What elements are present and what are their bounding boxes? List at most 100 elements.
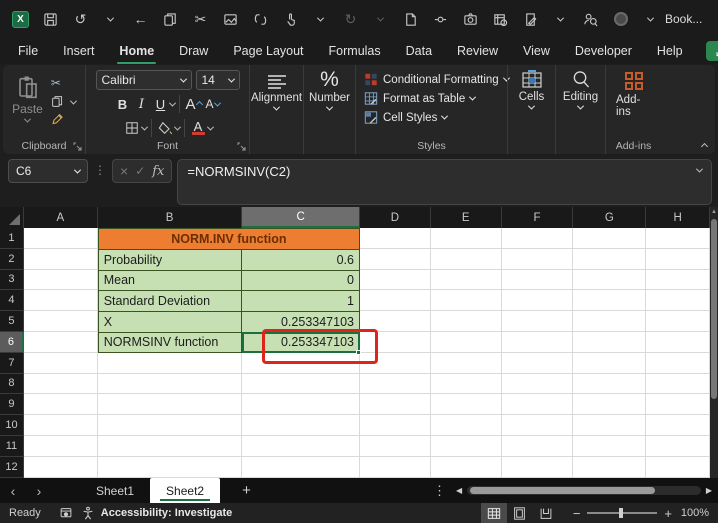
normal-view-button[interactable] <box>481 503 507 523</box>
copy-button[interactable] <box>51 95 65 108</box>
cell-B6[interactable]: NORMSINV function <box>98 332 243 353</box>
collapse-ribbon-icon[interactable] <box>701 143 708 150</box>
tab-file[interactable]: File <box>16 41 40 61</box>
cell-G11[interactable] <box>573 436 646 457</box>
cell-D8[interactable] <box>360 374 431 395</box>
camera-icon[interactable] <box>462 11 479 28</box>
row-header-3[interactable]: 3 <box>0 270 24 291</box>
italic-button[interactable]: I <box>132 95 151 113</box>
cell-B1-merged-title[interactable]: NORM.INV function <box>98 228 360 249</box>
sheet-more-icon[interactable]: ⋮ <box>423 483 456 499</box>
fill-color-chevron-icon[interactable] <box>173 123 180 130</box>
cell-E8[interactable] <box>431 374 502 395</box>
cell-A1[interactable] <box>24 228 98 249</box>
cell-A6[interactable] <box>24 332 98 353</box>
cell-H11[interactable] <box>646 436 710 457</box>
undo-chevron-icon[interactable] <box>102 11 119 28</box>
underline-button[interactable]: U <box>151 95 170 113</box>
cell-A11[interactable] <box>24 436 98 457</box>
zoom-slider[interactable] <box>587 512 657 514</box>
scroll-left-icon[interactable]: ◀ <box>456 486 462 495</box>
macro-record-icon[interactable] <box>55 503 77 523</box>
formula-input[interactable]: =NORMSINV(C2) <box>177 159 712 205</box>
cell-B12[interactable] <box>98 457 243 478</box>
cell-E11[interactable] <box>431 436 502 457</box>
column-header-C[interactable]: C <box>242 207 360 228</box>
select-all-corner[interactable] <box>0 207 24 228</box>
clipboard-dialog-launcher-icon[interactable] <box>73 142 82 151</box>
tab-developer[interactable]: Developer <box>573 41 634 61</box>
column-header-F[interactable]: F <box>502 207 574 228</box>
cell-A4[interactable] <box>24 290 98 311</box>
row-header-1[interactable]: 1 <box>0 228 24 249</box>
increase-font-button[interactable]: A <box>184 95 203 113</box>
row-header-10[interactable]: 10 <box>0 415 24 436</box>
borders-button[interactable] <box>123 119 142 137</box>
save-icon[interactable] <box>42 11 59 28</box>
cell-G7[interactable] <box>573 353 646 374</box>
cell-C8[interactable] <box>242 374 360 395</box>
cell-C10[interactable] <box>242 415 360 436</box>
excel-logo-icon[interactable]: X <box>12 11 29 28</box>
insert-function-button[interactable]: fx <box>152 164 164 179</box>
cell-F4[interactable] <box>502 290 574 311</box>
row-header-2[interactable]: 2 <box>0 249 24 270</box>
cell-H12[interactable] <box>646 457 710 478</box>
cancel-button[interactable]: × <box>120 163 128 179</box>
cell-E5[interactable] <box>431 311 502 332</box>
cell-H5[interactable] <box>646 311 710 332</box>
cell-G9[interactable] <box>573 394 646 415</box>
cell-F2[interactable] <box>502 249 574 270</box>
cell-A7[interactable] <box>24 353 98 374</box>
underline-chevron-icon[interactable] <box>169 99 176 106</box>
row-header-12[interactable]: 12 <box>0 457 24 478</box>
addins-button[interactable]: Add-ins <box>610 70 657 118</box>
redo-chevron-icon[interactable] <box>372 11 389 28</box>
cell-styles-button[interactable]: Cell Styles <box>364 108 447 127</box>
cell-E10[interactable] <box>431 415 502 436</box>
qat-overflow-chevron-icon[interactable] <box>642 11 659 28</box>
cell-A9[interactable] <box>24 394 98 415</box>
cell-C12[interactable] <box>242 457 360 478</box>
zoom-out-button[interactable]: − <box>573 506 581 521</box>
selection-fill-handle[interactable] <box>356 350 361 355</box>
paste-picture-icon[interactable] <box>222 11 239 28</box>
touch-mode-icon[interactable] <box>282 11 299 28</box>
cell-C6[interactable]: 0.253347103 <box>242 332 360 353</box>
sheet-prev-icon[interactable]: ‹ <box>0 483 26 499</box>
cell-G3[interactable] <box>573 270 646 291</box>
cell-A5[interactable] <box>24 311 98 332</box>
cell-F6[interactable] <box>502 332 574 353</box>
cell-G8[interactable] <box>573 374 646 395</box>
font-name-select[interactable]: Calibri <box>96 70 192 90</box>
format-painter-button[interactable] <box>51 113 65 126</box>
copy-chevron-icon[interactable] <box>70 97 77 104</box>
cell-F12[interactable] <box>502 457 574 478</box>
editing-button[interactable]: Editing <box>557 70 604 110</box>
column-header-B[interactable]: B <box>98 207 243 228</box>
cell-G4[interactable] <box>573 290 646 311</box>
tab-review[interactable]: Review <box>455 41 500 61</box>
cell-B10[interactable] <box>98 415 243 436</box>
cell-F10[interactable] <box>502 415 574 436</box>
cell-E9[interactable] <box>431 394 502 415</box>
cell-G12[interactable] <box>573 457 646 478</box>
new-document-icon[interactable] <box>402 11 419 28</box>
zoom-in-button[interactable]: + <box>664 506 672 521</box>
borders-chevron-icon[interactable] <box>140 123 147 130</box>
cell-B2[interactable]: Probability <box>98 249 243 270</box>
cell-F1[interactable] <box>502 228 574 249</box>
cell-D4[interactable] <box>360 290 431 311</box>
cells-button[interactable]: Cells <box>513 70 551 110</box>
tab-page-layout[interactable]: Page Layout <box>231 41 305 61</box>
zoom-slider-thumb[interactable] <box>619 508 623 518</box>
cell-H7[interactable] <box>646 353 710 374</box>
cell-D7[interactable] <box>360 353 431 374</box>
cell-G10[interactable] <box>573 415 646 436</box>
cell-C5[interactable]: 0.253347103 <box>242 311 360 332</box>
cell-B9[interactable] <box>98 394 243 415</box>
cell-A10[interactable] <box>24 415 98 436</box>
formula-bar-grip[interactable]: ⋮ <box>94 163 106 177</box>
copy-icon[interactable] <box>162 11 179 28</box>
cell-H4[interactable] <box>646 290 710 311</box>
